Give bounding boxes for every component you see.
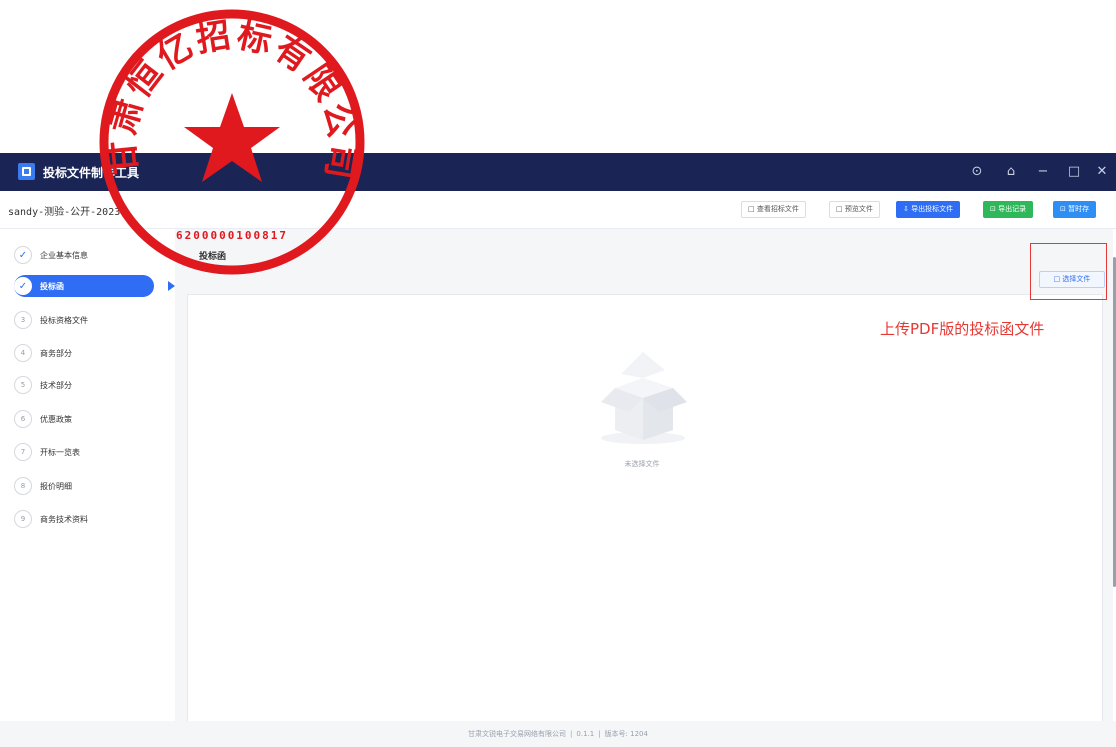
- footer-build: 版本号: 1204: [604, 730, 648, 738]
- empty-box-icon: [601, 352, 687, 444]
- step-number: 3: [14, 311, 32, 329]
- export-record-button[interactable]: ⊡ 导出记录: [983, 201, 1034, 218]
- check-icon: ✓: [14, 246, 32, 264]
- empty-state-text: 未选择文件: [624, 460, 660, 468]
- step-opening-summary[interactable]: 7 开标一览表: [14, 441, 154, 463]
- step-number: 5: [14, 376, 32, 394]
- step-label: 企业基本信息: [40, 250, 88, 260]
- maximize-button[interactable]: □: [1065, 163, 1083, 180]
- svg-text:6200000100817: 6200000100817: [176, 229, 288, 242]
- minimize-button[interactable]: −: [1034, 163, 1052, 180]
- export-bid-file-button[interactable]: ⇩ 导出投标文件: [896, 201, 961, 218]
- step-number: 6: [14, 410, 32, 428]
- footer: 甘肃文锐电子交易网络有限公司 | 0.1.1 | 版本号: 1204: [0, 721, 1116, 747]
- step-technical[interactable]: 5 技术部分: [14, 374, 154, 396]
- step-preferential[interactable]: 6 优惠政策: [14, 408, 154, 430]
- step-label: 开标一览表: [40, 447, 80, 457]
- step-label: 商务技术资料: [40, 514, 88, 524]
- check-icon: ✓: [14, 277, 32, 295]
- company-seal-stamp: 甘肃恒亿招标有限公司 6200000100817: [99, 9, 365, 275]
- preview-file-button[interactable]: □ 预览文件: [829, 201, 880, 218]
- step-number: 8: [14, 477, 32, 495]
- close-button[interactable]: ✕: [1093, 163, 1111, 180]
- footer-version: 0.1.1: [576, 730, 595, 738]
- footer-company: 甘肃文锐电子交易网络有限公司: [468, 730, 567, 738]
- annotation-text: 上传PDF版的投标函文件: [880, 320, 1045, 338]
- app-logo-icon: [18, 163, 35, 180]
- main-content: 投标函: [175, 229, 1113, 726]
- step-sidebar: ✓ 企业基本信息 ✓ 投标函 3 投标资格文件 4 商务部分 5 技术部分 6 …: [0, 229, 175, 721]
- step-label: 投标资格文件: [40, 315, 88, 325]
- step-business-tech-docs[interactable]: 9 商务技术资料: [14, 508, 154, 530]
- annotation-highlight-box: [1030, 243, 1107, 300]
- step-quote-detail[interactable]: 8 报价明细: [14, 475, 154, 497]
- step-number: 4: [14, 344, 32, 362]
- step-label: 报价明细: [40, 481, 72, 491]
- temp-save-button[interactable]: ⊡ 暂时存: [1053, 201, 1097, 218]
- active-arrow-icon: [168, 281, 175, 291]
- home-icon[interactable]: ⌂: [1002, 163, 1020, 180]
- step-label: 技术部分: [40, 380, 72, 390]
- step-number: 9: [14, 510, 32, 528]
- step-label: 优惠政策: [40, 414, 72, 424]
- help-icon[interactable]: ⊙: [968, 163, 986, 180]
- step-number: 7: [14, 443, 32, 461]
- view-tender-file-button[interactable]: □ 查看招标文件: [741, 201, 806, 218]
- step-label: 投标函: [40, 281, 64, 291]
- step-qualification[interactable]: 3 投标资格文件: [14, 309, 154, 331]
- step-label: 商务部分: [40, 348, 72, 358]
- step-business[interactable]: 4 商务部分: [14, 342, 154, 364]
